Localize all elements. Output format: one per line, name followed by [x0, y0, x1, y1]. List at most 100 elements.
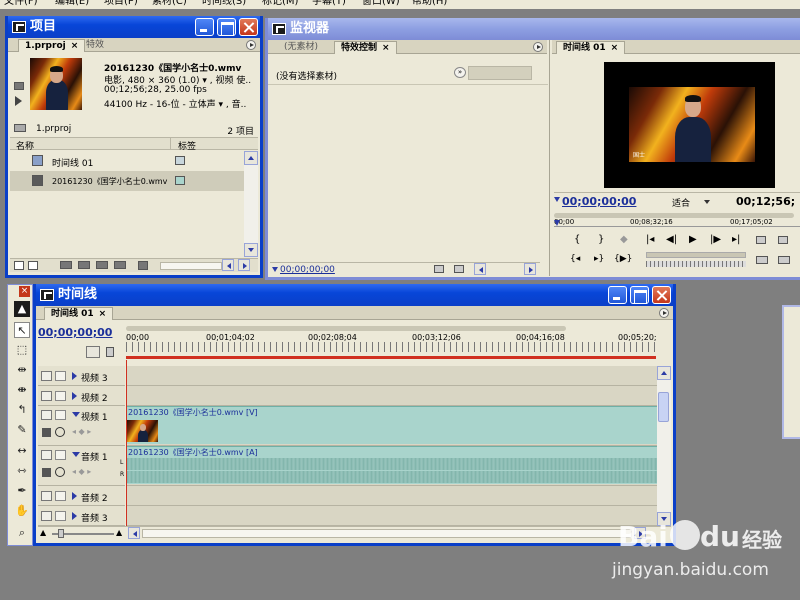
program-playhead-icon[interactable] — [554, 220, 560, 226]
tab-close-icon[interactable]: × — [71, 41, 79, 51]
tab-sequence[interactable]: 时间线 01 × — [44, 307, 114, 320]
zoom-in-icon[interactable]: ▲ — [116, 528, 122, 537]
menu-window[interactable]: 窗口(W) — [362, 0, 400, 8]
maximize-button[interactable] — [217, 18, 236, 36]
step-back-button[interactable]: ◀| — [666, 234, 677, 245]
panel-menu-icon[interactable] — [533, 42, 543, 52]
razor-icon[interactable]: ✎ — [14, 422, 30, 438]
jog-wheel[interactable] — [646, 261, 746, 267]
tab-project[interactable]: 1.prproj × — [18, 39, 86, 52]
track-body[interactable]: 20161230《国学小名士0.wmv [V] — [126, 406, 658, 446]
lift-icon[interactable] — [756, 236, 766, 244]
timeline-hscrollbar[interactable] — [142, 529, 632, 538]
timeline-ruler[interactable]: 00;00 00;01;04;02 00;02;08;04 00;03;12;0… — [126, 324, 657, 362]
menu-title[interactable]: 字幕(T) — [312, 0, 346, 8]
play-icon[interactable] — [15, 96, 22, 106]
lock-toggle[interactable] — [55, 391, 66, 401]
icon-view-icon[interactable] — [28, 261, 38, 270]
marker-icon[interactable] — [106, 347, 114, 357]
minimize-button[interactable] — [195, 18, 214, 36]
tab-close-icon[interactable]: × — [611, 43, 619, 53]
scroll-down-button[interactable] — [244, 243, 258, 257]
zoom-thumb[interactable] — [58, 529, 64, 538]
scroll-left-button[interactable] — [128, 527, 140, 539]
playhead-line[interactable] — [126, 360, 127, 526]
maximize-button[interactable] — [630, 286, 649, 304]
find-icon[interactable] — [78, 261, 90, 269]
speaker-icon[interactable] — [41, 511, 52, 521]
tab-program[interactable]: 时间线 01 × — [556, 41, 626, 54]
mark-in-button[interactable]: { — [574, 234, 580, 245]
close-button[interactable] — [652, 286, 671, 304]
panel-menu-icon[interactable] — [246, 40, 256, 50]
track-body[interactable] — [126, 506, 658, 526]
step-forward-button[interactable]: |▶ — [710, 234, 721, 245]
project-titlebar[interactable]: 项目 — [8, 16, 260, 38]
menu-edit[interactable]: 编辑(E) — [55, 0, 89, 8]
trash-icon[interactable] — [138, 261, 148, 270]
track-body[interactable] — [126, 486, 658, 506]
tab-source[interactable]: (无素材) — [278, 41, 324, 54]
minimize-button[interactable] — [608, 286, 627, 304]
list-item[interactable]: 20161230《国学小名士0.wmv — [10, 171, 258, 191]
pen-icon[interactable]: ✒ — [14, 483, 30, 499]
snap-icon[interactable] — [86, 346, 100, 358]
waveform-icon[interactable] — [42, 468, 51, 477]
track-body[interactable] — [126, 366, 658, 386]
output-icon[interactable] — [778, 256, 790, 264]
tab-effects[interactable]: 特效 — [80, 39, 110, 52]
menu-file[interactable]: 文件(F) — [4, 0, 38, 8]
new-item-icon[interactable] — [114, 261, 126, 269]
program-ruler[interactable]: 00;00 00;08;32;16 00;17;05;02 — [554, 210, 800, 228]
extract-icon[interactable] — [778, 236, 788, 244]
video-clip[interactable]: 20161230《国学小名士0.wmv [V] — [126, 406, 658, 444]
monitor-titlebar[interactable]: 监视器 — [268, 18, 800, 40]
expand-track-icon[interactable] — [72, 392, 77, 400]
tab-close-icon[interactable]: × — [382, 43, 390, 53]
marker-icon[interactable]: ◆ — [620, 234, 628, 245]
ripple-edit-icon[interactable]: ⇹ — [14, 362, 30, 378]
rolling-edit-icon[interactable]: ⇼ — [14, 382, 30, 398]
speaker-icon[interactable] — [41, 491, 52, 501]
go-to-out-button[interactable]: ▸| — [732, 234, 740, 245]
offscreen-panel[interactable] — [782, 305, 800, 439]
lock-toggle[interactable] — [55, 450, 66, 460]
keyframe-area[interactable] — [468, 66, 532, 80]
track-body[interactable] — [126, 386, 658, 406]
keyframe-toggle-icon[interactable] — [55, 467, 65, 477]
scroll-left-button[interactable] — [474, 263, 486, 275]
project-vscrollbar[interactable] — [244, 151, 258, 257]
selection-tool-icon[interactable]: ↖ — [14, 322, 30, 338]
effect-timecode[interactable]: 00;00;00;00 — [280, 265, 335, 275]
collapse-track-icon[interactable] — [72, 452, 80, 457]
go-to-next-edit-button[interactable]: ▸} — [594, 254, 604, 264]
slide-icon[interactable]: ⇿ — [14, 463, 30, 479]
timeline-vscrollbar[interactable] — [657, 366, 671, 526]
label-color-swatch[interactable] — [175, 156, 185, 165]
eye-icon[interactable] — [41, 410, 52, 420]
list-view-icon[interactable] — [14, 261, 24, 270]
tab-effect-controls[interactable]: 特效控制 × — [334, 41, 397, 54]
program-timecode[interactable]: 00;00;00;00 — [562, 195, 636, 208]
scroll-left-button[interactable] — [222, 259, 234, 271]
zoom-select[interactable]: 适合 — [672, 196, 690, 209]
track-select-icon[interactable]: ⬚ — [14, 342, 30, 358]
timeline-titlebar[interactable]: 时间线 — [36, 284, 673, 306]
keyframe-nav-icon[interactable]: ◂ ◆ ▸ — [72, 467, 91, 476]
scroll-up-button[interactable] — [657, 366, 671, 380]
project-hscrollbar[interactable] — [160, 262, 222, 270]
scroll-right-button[interactable] — [524, 263, 536, 275]
zoom-out-icon[interactable]: ▲ — [40, 528, 46, 537]
timeline-timecode[interactable]: 00;00;00;00 — [38, 326, 112, 339]
program-viewer[interactable]: 国士 — [604, 62, 775, 188]
track-body[interactable]: 20161230《国学小名士0.wmv [A] L R — [120, 446, 658, 486]
automate-icon[interactable] — [60, 261, 72, 269]
hand-icon[interactable]: ✋ — [14, 503, 30, 519]
close-icon[interactable]: × — [19, 286, 30, 297]
expand-track-icon[interactable] — [72, 492, 77, 500]
audio-icon[interactable] — [434, 265, 444, 273]
list-item[interactable]: 时间线 01 — [10, 151, 258, 171]
eye-icon[interactable] — [41, 391, 52, 401]
expand-track-icon[interactable] — [72, 512, 77, 520]
shuttle-slider[interactable] — [646, 252, 746, 258]
